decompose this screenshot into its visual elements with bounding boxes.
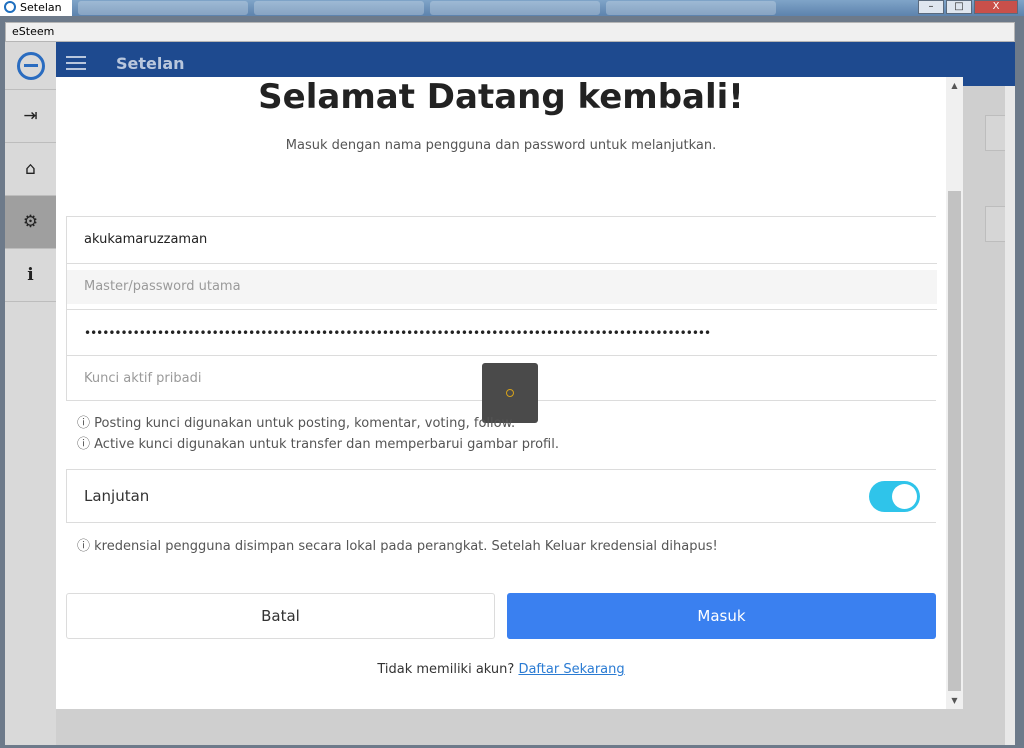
sidebar: ⇥ ⌂ ⚙ i [5,42,56,745]
modal-title: Selamat Datang kembali! [258,77,744,117]
minimize-button[interactable]: – [918,0,944,14]
sidebar-item-home[interactable]: ⌂ [5,143,56,196]
spinner-icon [506,389,514,397]
window-controls: – □ X [918,0,1018,14]
login-icon: ⇥ [23,106,38,126]
browser-icon [4,1,16,13]
hamburger-menu-icon[interactable] [66,56,86,70]
esteem-logo-icon [16,51,45,80]
master-password-field[interactable]: Master/password utama [67,263,937,309]
background-tab[interactable] [430,1,600,15]
background-tab[interactable] [78,1,248,15]
advanced-row: Lanjutan [66,469,936,523]
login-button[interactable]: Masuk [507,593,936,639]
register-prompt: Tidak memiliki akun? Daftar Sekarang [56,662,946,677]
no-account-text: Tidak memiliki akun? [377,662,515,677]
posting-key-field[interactable]: ••••••••••••••••••••••••••••••••••••••••… [67,309,937,355]
scroll-up-arrow-icon[interactable]: ▲ [946,77,963,94]
sidebar-item-info[interactable]: i [5,249,56,302]
maximize-button[interactable]: □ [946,0,972,14]
modal-subtitle: Masuk dengan nama pengguna dan password … [285,138,717,153]
scroll-thumb[interactable] [948,191,961,691]
info-active-key: ⓘ Active kunci digunakan untuk transfer … [77,437,559,452]
info-posting-key: ⓘ Posting kunci digunakan untuk posting,… [77,416,516,431]
master-password-placeholder: Master/password utama [67,270,937,304]
os-titlebar: Setelan – □ X [0,0,1024,16]
os-window-title-text: Setelan [20,1,62,14]
info-icon: i [27,265,34,285]
scroll-down-arrow-icon[interactable]: ▼ [946,692,963,709]
page-scrollbar[interactable] [1005,86,1015,745]
page-title: Setelan [116,54,185,73]
advanced-toggle[interactable] [869,481,920,512]
background-tab[interactable] [606,1,776,15]
sidebar-item-login[interactable]: ⇥ [5,90,56,143]
background-tabs [78,1,776,15]
os-window-title: Setelan [0,0,72,16]
background-tab[interactable] [254,1,424,15]
logo-cell [5,42,56,90]
app-titlebar: eSteem [5,22,1015,42]
login-modal: Selamat Datang kembali! Masuk dengan nam… [56,77,963,709]
cancel-button[interactable]: Batal [66,593,495,639]
info-credentials: ⓘ kredensial pengguna disimpan secara lo… [77,539,718,554]
close-button[interactable]: X [974,0,1018,14]
toggle-knob [892,484,917,509]
register-link[interactable]: Daftar Sekarang [518,662,624,677]
username-field[interactable]: akukamaruzzaman [67,217,937,263]
sidebar-item-settings[interactable]: ⚙ [5,196,56,249]
home-icon: ⌂ [25,159,36,179]
advanced-label: Lanjutan [84,487,150,505]
gear-icon: ⚙ [22,212,39,232]
modal-scrollbar[interactable]: ▲ ▼ [946,77,963,709]
